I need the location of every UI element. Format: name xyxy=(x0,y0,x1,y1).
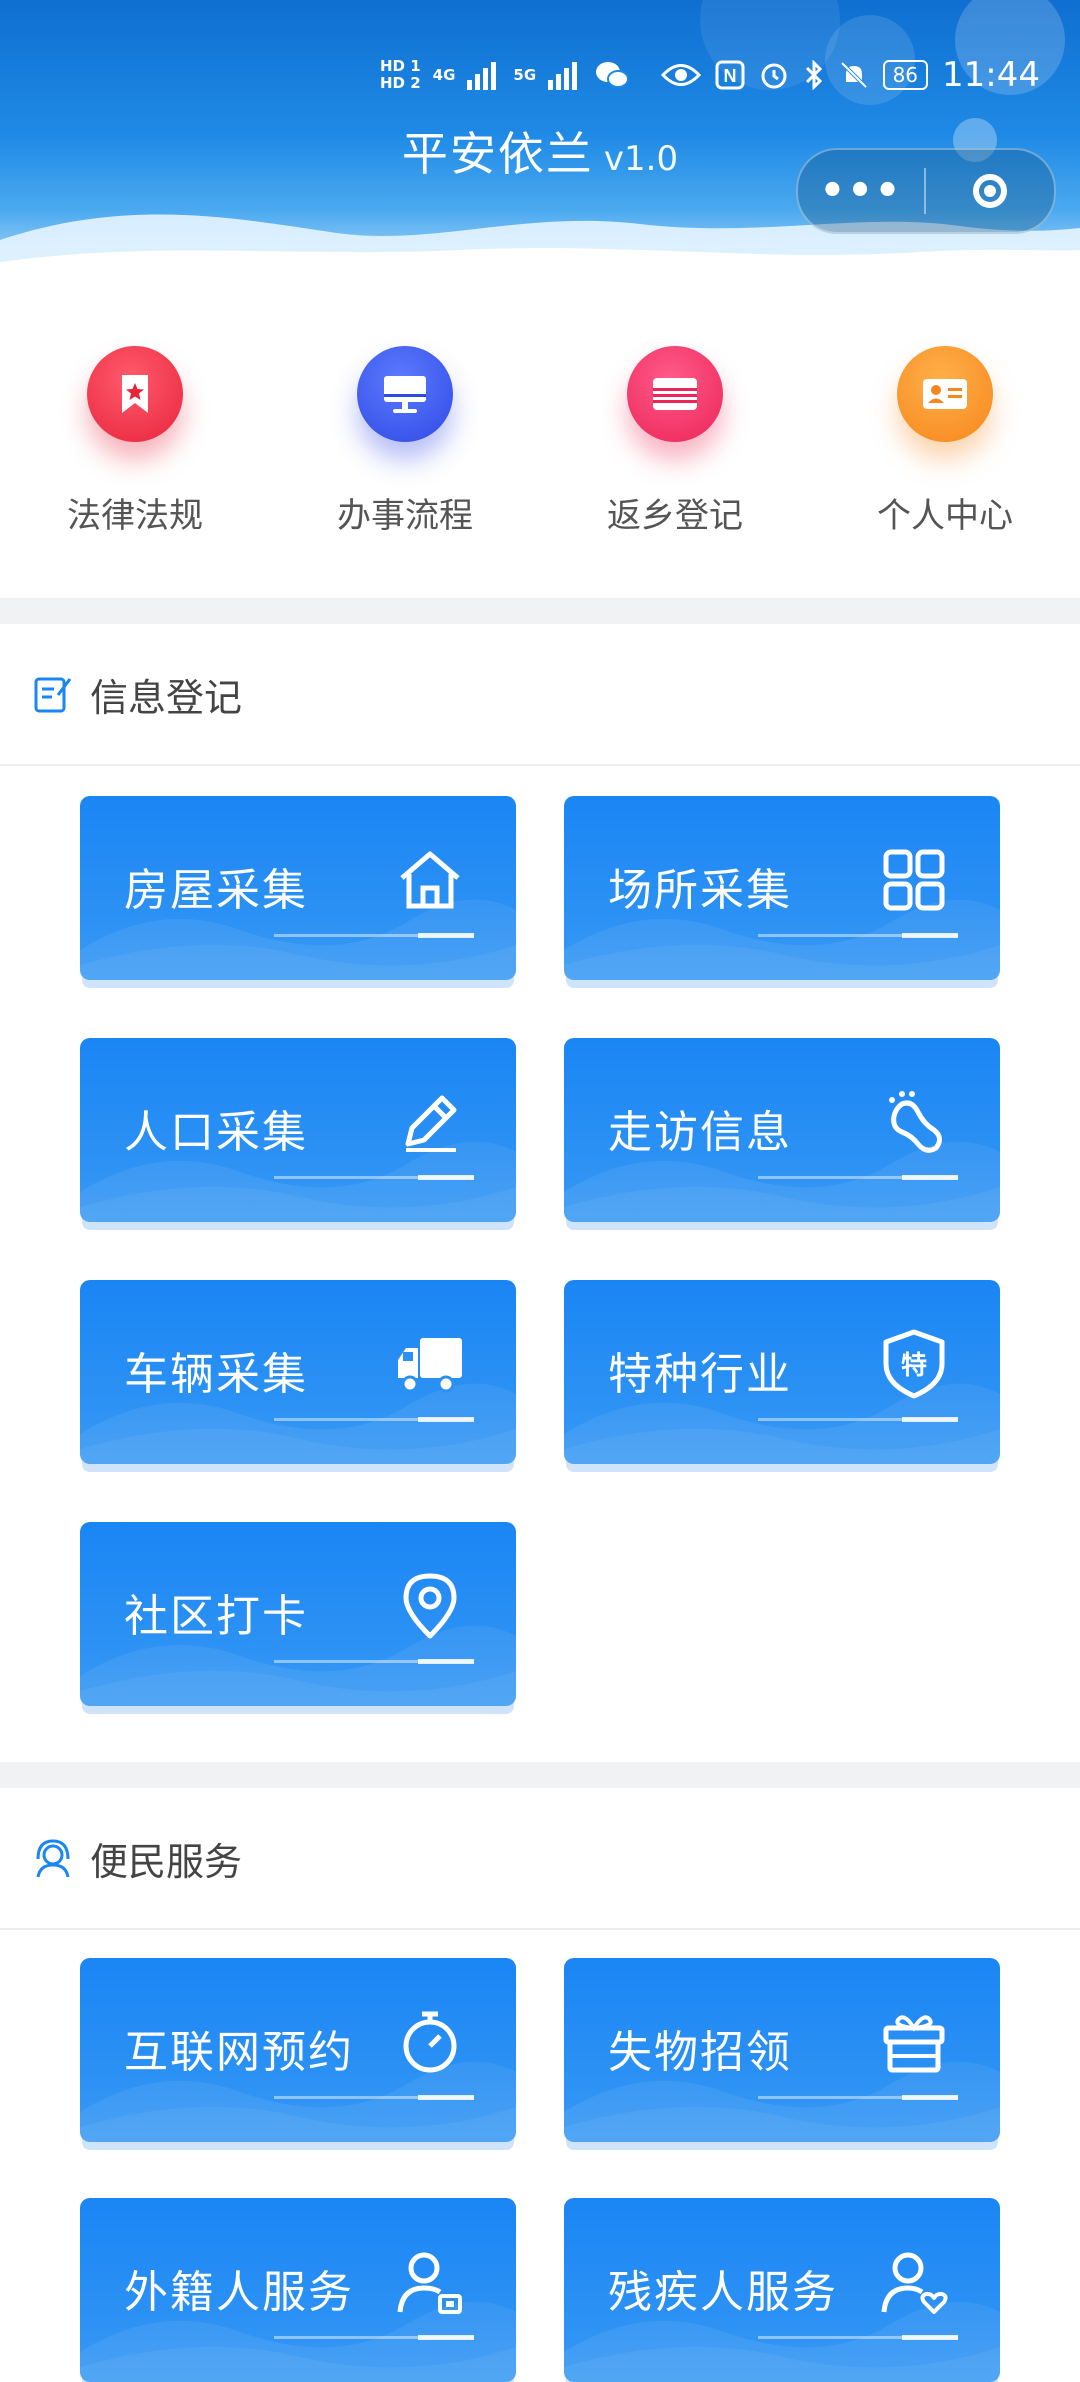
mute-bell-icon xyxy=(840,61,867,89)
card-underline xyxy=(274,1659,474,1664)
card-visit-info[interactable]: 走访信息 xyxy=(564,1038,1000,1222)
section-divider xyxy=(0,1762,1080,1788)
bluetooth-icon xyxy=(805,60,822,90)
id-card-icon xyxy=(897,346,993,442)
sim-indicator: HD 1 HD 2 xyxy=(380,58,421,92)
close-miniprogram-button[interactable] xyxy=(926,174,1054,208)
quick-nav-procedures[interactable]: 办事流程 xyxy=(270,330,540,590)
section-header-services: 便民服务 xyxy=(0,1788,1080,1930)
section-title: 便民服务 xyxy=(90,1839,243,1884)
user-card-icon xyxy=(397,2252,462,2314)
quick-nav: 法律法规 办事流程 返乡登记 个人中心 xyxy=(0,330,1080,590)
quick-nav-label: 返乡登记 xyxy=(607,496,743,536)
shield-icon-text: 特 xyxy=(901,1350,927,1381)
card-vehicle-collection[interactable]: 车辆采集 xyxy=(80,1280,516,1464)
clock: 11:44 xyxy=(942,55,1040,95)
miniprogram-capsule: ••• xyxy=(796,148,1056,234)
card-label: 残疾人服务 xyxy=(608,2267,838,2318)
card-house-collection[interactable]: 房屋采集 xyxy=(80,796,516,980)
more-menu-button[interactable]: ••• xyxy=(798,171,924,211)
card-underline xyxy=(274,933,474,938)
card-icon xyxy=(627,346,723,442)
section-divider xyxy=(0,598,1080,624)
footprint-icon xyxy=(889,1091,942,1153)
quick-nav-label: 法律法规 xyxy=(67,496,203,536)
quick-nav-label: 办事流程 xyxy=(337,496,473,536)
quick-nav-personal-center[interactable]: 个人中心 xyxy=(810,330,1080,590)
svg-text:N: N xyxy=(723,66,736,86)
card-special-industry[interactable]: 特种行业 特 xyxy=(564,1280,1000,1464)
card-label: 车辆采集 xyxy=(124,1349,308,1400)
card-online-appointment[interactable]: 互联网预约 xyxy=(80,1958,516,2142)
app-name: 平安依兰 xyxy=(401,127,594,181)
card-underline xyxy=(758,1417,958,1422)
house-icon xyxy=(400,851,460,909)
card-community-checkin[interactable]: 社区打卡 xyxy=(80,1522,516,1706)
card-underline xyxy=(758,2335,958,2340)
quick-nav-label: 个人中心 xyxy=(877,496,1013,536)
pencil-icon xyxy=(405,1095,457,1152)
section-header-registration: 信息登记 xyxy=(0,624,1080,766)
truck-icon xyxy=(398,1338,462,1393)
card-underline xyxy=(274,1417,474,1422)
card-underline xyxy=(758,2095,958,2100)
bookmark-star-icon xyxy=(87,346,183,442)
edit-form-icon xyxy=(34,677,72,713)
monitor-icon xyxy=(357,346,453,442)
card-label: 社区打卡 xyxy=(124,1591,308,1642)
nfc-icon: N xyxy=(715,60,745,90)
target-icon xyxy=(973,174,1007,208)
card-label: 互联网预约 xyxy=(124,2027,354,2078)
signal-icon xyxy=(467,62,497,90)
user-heart-icon xyxy=(881,2252,948,2314)
card-label: 外籍人服务 xyxy=(124,2267,354,2318)
app-header: HD 1 HD 2 4G 5G N 86 11:44 平安依兰 v1.0 ••• xyxy=(0,0,1080,300)
customer-service-icon xyxy=(36,1839,70,1878)
card-lost-and-found[interactable]: 失物招领 xyxy=(564,1958,1000,2142)
section-title: 信息登记 xyxy=(90,675,243,720)
card-population-collection[interactable]: 人口采集 xyxy=(80,1038,516,1222)
card-venue-collection[interactable]: 场所采集 xyxy=(564,796,1000,980)
card-underline xyxy=(274,1175,474,1180)
card-underline xyxy=(274,2335,474,2340)
card-label: 房屋采集 xyxy=(124,865,308,916)
app-version: v1.0 xyxy=(603,139,679,179)
grid-icon xyxy=(883,849,945,911)
location-pin-icon xyxy=(403,1573,457,1639)
network-5g-label: 5G xyxy=(513,65,537,84)
card-underline xyxy=(274,2095,474,2100)
card-underline xyxy=(758,1175,958,1180)
status-bar: HD 1 HD 2 4G 5G N 86 11:44 xyxy=(380,50,1040,100)
network-4g-label: 4G xyxy=(432,65,456,84)
quick-nav-laws[interactable]: 法律法规 xyxy=(0,330,270,590)
card-underline xyxy=(758,933,958,938)
stopwatch-icon xyxy=(403,2011,457,2073)
wechat-icon xyxy=(596,62,630,88)
quick-nav-return-registration[interactable]: 返乡登记 xyxy=(540,330,810,590)
card-label: 失物招领 xyxy=(608,2027,792,2078)
card-label: 人口采集 xyxy=(124,1107,308,1158)
hd1-label: HD 1 xyxy=(380,57,421,75)
eye-icon xyxy=(660,64,701,86)
card-label: 走访信息 xyxy=(608,1107,792,1158)
shield-icon: 特 xyxy=(883,1329,945,1399)
battery-indicator: 86 xyxy=(882,60,929,90)
card-disabled-service[interactable]: 残疾人服务 xyxy=(564,2198,1000,2382)
signal-icon-2 xyxy=(548,62,578,90)
alarm-icon xyxy=(761,63,787,89)
hd2-label: HD 2 xyxy=(380,74,421,92)
gift-icon xyxy=(883,2015,945,2073)
card-label: 特种行业 xyxy=(608,1349,792,1400)
card-foreigner-service[interactable]: 外籍人服务 xyxy=(80,2198,516,2382)
card-label: 场所采集 xyxy=(608,865,792,916)
